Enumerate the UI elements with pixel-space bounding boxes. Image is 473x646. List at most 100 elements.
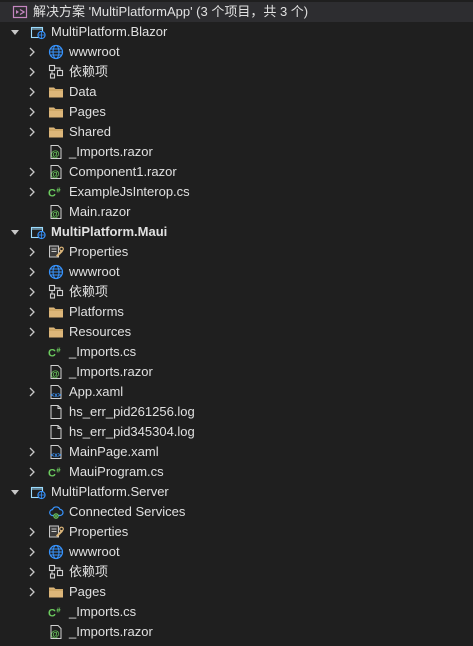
folder-icon (48, 324, 64, 340)
svg-text:C: C (48, 188, 56, 200)
tree-item-label: _Imports.cs (69, 604, 137, 619)
expand-chevron-icon[interactable] (26, 462, 38, 482)
tree-item[interactable]: <x> MainPage.xaml (0, 442, 473, 462)
tree-item-label: _Imports.razor (69, 364, 153, 379)
tree-item-label: Connected Services (69, 504, 186, 519)
tree-item[interactable]: Properties (0, 522, 473, 542)
tree-item[interactable]: 依赖项 (0, 62, 473, 82)
collapse-chevron-icon[interactable] (8, 222, 20, 242)
expand-chevron-icon[interactable] (26, 282, 38, 302)
project-icon (30, 484, 46, 500)
expand-chevron-icon[interactable] (26, 382, 38, 402)
tree-item[interactable]: Pages (0, 582, 473, 602)
project-icon (30, 24, 46, 40)
folder-icon (48, 84, 64, 100)
tree-item[interactable]: 依赖项 (0, 562, 473, 582)
tree-item[interactable]: @ _Imports.razor (0, 142, 473, 162)
tree-item[interactable]: Resources (0, 322, 473, 342)
svg-text:@: @ (51, 369, 60, 379)
expand-chevron-icon[interactable] (26, 542, 38, 562)
tree-item[interactable]: wwwroot (0, 262, 473, 282)
svg-text:#: # (56, 186, 61, 195)
expand-chevron-icon[interactable] (26, 162, 38, 182)
project-row[interactable]: MultiPlatform.Maui (0, 222, 473, 242)
tree-item-label: _Imports.razor (69, 624, 153, 639)
tree-item-label: Pages (69, 104, 106, 119)
collapse-chevron-icon[interactable] (8, 482, 20, 502)
tree-item-label: Properties (69, 524, 129, 539)
expand-chevron-icon[interactable] (26, 82, 38, 102)
expand-chevron-icon[interactable] (26, 182, 38, 202)
expand-chevron-icon[interactable] (26, 122, 38, 142)
razor-icon: @ (48, 624, 64, 640)
tree-item-label: 依赖项 (69, 284, 109, 299)
svg-text:@: @ (51, 169, 60, 179)
solution-icon (12, 4, 28, 20)
svg-text:@: @ (51, 629, 60, 639)
expand-chevron-icon[interactable] (26, 522, 38, 542)
tree-item[interactable]: Data (0, 82, 473, 102)
expand-chevron-icon[interactable] (26, 262, 38, 282)
tree-item[interactable]: 依赖项 (0, 282, 473, 302)
tree-item[interactable]: Platforms (0, 302, 473, 322)
project-row[interactable]: MultiPlatform.Blazor (0, 22, 473, 42)
svg-text:C: C (48, 348, 56, 360)
svg-text:@: @ (51, 149, 60, 159)
svg-text:#: # (56, 606, 61, 615)
tree-item-label: wwwroot (69, 544, 120, 559)
tree-item[interactable]: Properties (0, 242, 473, 262)
wrench-icon (48, 244, 64, 260)
svg-text:@: @ (51, 209, 60, 219)
tree-item-label: 依赖项 (69, 64, 109, 79)
tree-item[interactable]: hs_err_pid345304.log (0, 422, 473, 442)
tree-item[interactable]: @ _Imports.razor (0, 622, 473, 642)
tree-item-label: Main.razor (69, 204, 131, 219)
expand-chevron-icon[interactable] (26, 302, 38, 322)
dependencies-icon (48, 64, 64, 80)
tree-item-label: _Imports.razor (69, 144, 153, 159)
globe-icon (48, 544, 64, 560)
connected-services-icon (48, 504, 64, 520)
tree-item[interactable]: @ _Imports.razor (0, 362, 473, 382)
expand-chevron-icon[interactable] (26, 562, 38, 582)
tree-item[interactable]: C # ExampleJsInterop.cs (0, 182, 473, 202)
tree-item[interactable]: <x> App.xaml (0, 382, 473, 402)
tree-item[interactable]: wwwroot (0, 542, 473, 562)
tree-item[interactable]: Connected Services (0, 502, 473, 522)
wrench-icon (48, 524, 64, 540)
tree-item[interactable]: @ Main.razor (0, 202, 473, 222)
project-icon (30, 224, 46, 240)
folder-icon (48, 304, 64, 320)
tree-item[interactable]: Pages (0, 102, 473, 122)
csharp-icon: C # (48, 604, 64, 620)
expand-chevron-icon[interactable] (26, 242, 38, 262)
solution-explorer-tree: 解决方案 'MultiPlatformApp' (3 个项目，共 3 个) Mu… (0, 2, 473, 642)
svg-text:<x>: <x> (51, 393, 62, 399)
folder-icon (48, 584, 64, 600)
expand-chevron-icon[interactable] (26, 102, 38, 122)
svg-text:<x>: <x> (51, 453, 62, 459)
tree-item-label: Properties (69, 244, 129, 259)
expand-chevron-icon[interactable] (26, 442, 38, 462)
expand-chevron-icon[interactable] (26, 582, 38, 602)
tree-item[interactable]: hs_err_pid261256.log (0, 402, 473, 422)
tree-item[interactable]: C # _Imports.cs (0, 342, 473, 362)
expand-chevron-icon[interactable] (26, 322, 38, 342)
tree-item[interactable]: @ Component1.razor (0, 162, 473, 182)
solution-row[interactable]: 解决方案 'MultiPlatformApp' (3 个项目，共 3 个) (0, 2, 473, 22)
tree-item[interactable]: wwwroot (0, 42, 473, 62)
tree-item-label: MultiPlatform.Server (51, 484, 169, 499)
collapse-chevron-icon[interactable] (8, 22, 20, 42)
tree-item-label: Data (69, 84, 97, 99)
tree-item[interactable]: C # MauiProgram.cs (0, 462, 473, 482)
expand-chevron-icon[interactable] (26, 42, 38, 62)
tree-item[interactable]: Shared (0, 122, 473, 142)
tree-item[interactable]: C # _Imports.cs (0, 602, 473, 622)
tree-item-label: MultiPlatform.Maui (51, 224, 168, 239)
csharp-icon: C # (48, 184, 64, 200)
project-row[interactable]: MultiPlatform.Server (0, 482, 473, 502)
expand-chevron-icon[interactable] (26, 62, 38, 82)
tree-item-label: MultiPlatform.Blazor (51, 24, 168, 39)
solution-label: 解决方案 'MultiPlatformApp' (3 个项目，共 3 个) (33, 4, 309, 19)
svg-text:C: C (48, 468, 56, 480)
